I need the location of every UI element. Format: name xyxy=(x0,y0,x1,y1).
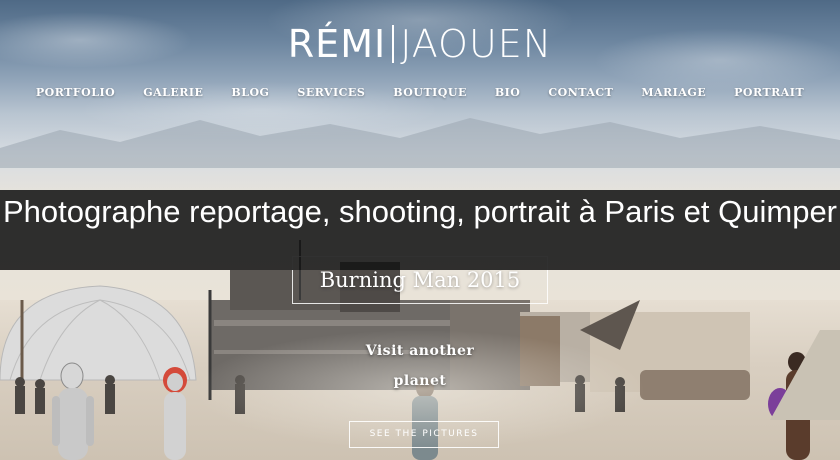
main-nav: PORTFOLIO GALERIE BLOG SERVICES BOUTIQUE… xyxy=(0,86,840,99)
page-title-banner: Photographe reportage, shooting, portrai… xyxy=(0,190,840,270)
event-title: Burning Man 2015 xyxy=(319,268,521,292)
nav-item-galerie[interactable]: GALERIE xyxy=(129,86,217,99)
see-pictures-button[interactable]: SEE THE PICTURES xyxy=(349,421,499,448)
nav-item-bio[interactable]: BIO xyxy=(481,86,535,99)
nav-item-blog[interactable]: BLOG xyxy=(217,86,283,99)
logo-last-name: JAOUEN xyxy=(400,22,553,66)
nav-item-portfolio[interactable]: PORTFOLIO xyxy=(22,86,129,99)
nav-item-boutique[interactable]: BOUTIQUE xyxy=(379,86,481,99)
nav-item-services[interactable]: SERVICES xyxy=(283,86,379,99)
nav-item-mariage[interactable]: MARIAGE xyxy=(627,86,720,99)
nav-item-portrait[interactable]: PORTRAIT xyxy=(720,86,818,99)
logo-first-name: RÉMI xyxy=(287,22,387,66)
logo-separator xyxy=(392,25,395,63)
page-title: Photographe reportage, shooting, portrai… xyxy=(2,194,838,229)
nav-item-contact[interactable]: CONTACT xyxy=(534,86,627,99)
site-logo[interactable]: RÉMI JAOUEN xyxy=(0,22,840,66)
hero-tagline: Visit another planet xyxy=(365,343,475,389)
